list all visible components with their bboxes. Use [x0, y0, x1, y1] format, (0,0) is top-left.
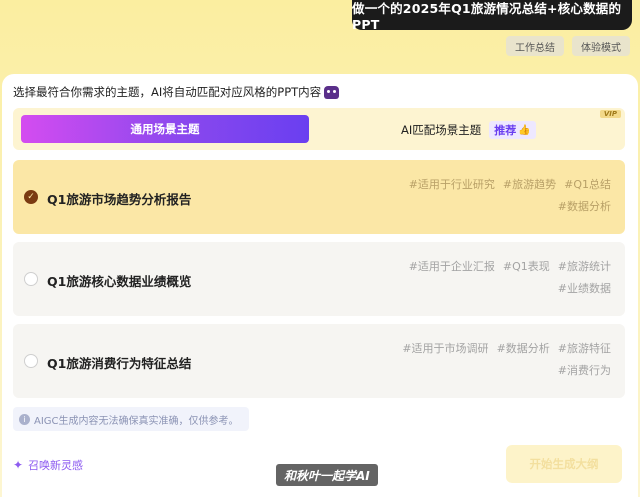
- theme-card-tags: #适用于市场调研 #数据分析 #旅游特征 #消费行为: [379, 340, 611, 378]
- intro-label: 选择最符合你需求的主题，AI将自动匹配对应风格的PPT内容: [13, 85, 322, 99]
- info-icon: i: [19, 413, 30, 425]
- generate-outline-button[interactable]: 开始生成大纲: [506, 445, 622, 483]
- tag: #旅游特征: [557, 342, 611, 355]
- chip-experience-mode[interactable]: 体验模式: [572, 36, 630, 56]
- theme-card-title: Q1旅游消费行为特征总结: [47, 356, 192, 371]
- tag: #数据分析: [496, 342, 550, 355]
- tag: #消费行为: [557, 364, 611, 377]
- tag: #Q1表现: [502, 260, 550, 273]
- radio-icon[interactable]: [24, 354, 38, 368]
- tab-general-theme[interactable]: 通用场景主题: [21, 115, 309, 143]
- theme-card-3[interactable]: Q1旅游消费行为特征总结 #适用于市场调研 #数据分析 #旅游特征 #消费行为: [13, 324, 625, 398]
- summon-inspiration-button[interactable]: ✦ 召唤新灵感: [13, 457, 83, 473]
- theme-card-tags: #适用于行业研究 #旅游趋势 #Q1总结 #数据分析: [379, 176, 611, 214]
- theme-card-tags: #适用于企业汇报 #Q1表现 #旅游统计 #业绩数据: [379, 258, 611, 296]
- tag: #Q1总结: [564, 178, 611, 191]
- tab-ai-match-theme[interactable]: AI匹配场景主题 推荐 👍: [401, 121, 536, 139]
- tag: #旅游趋势: [502, 178, 557, 191]
- tab-ai-match-label: AI匹配场景主题: [401, 123, 482, 137]
- recommend-label: 推荐: [494, 124, 517, 137]
- summon-label: 召唤新灵感: [28, 459, 84, 472]
- aigc-disclaimer: i AIGC生成内容无法确保真实准确，仅供参考。: [13, 407, 249, 431]
- theme-card-1[interactable]: ✓ Q1旅游市场趋势分析报告 #适用于行业研究 #旅游趋势 #Q1总结 #数据分…: [13, 160, 625, 234]
- recommend-badge: 推荐 👍: [489, 121, 536, 139]
- thumbs-up-icon: 👍: [518, 124, 531, 136]
- tag: #旅游统计: [557, 260, 611, 273]
- watermark: 和秋叶一起学AI: [276, 464, 378, 486]
- theme-card-title: Q1旅游核心数据业绩概览: [47, 274, 192, 289]
- tag: #适用于市场调研: [402, 342, 489, 355]
- vip-badge: VIP: [599, 110, 621, 118]
- intro-text: 选择最符合你需求的主题，AI将自动匹配对应风格的PPT内容: [13, 84, 340, 100]
- tag: #适用于行业研究: [408, 178, 495, 191]
- robot-icon: [324, 85, 340, 99]
- sparkle-icon: ✦: [13, 458, 24, 472]
- theme-card-2[interactable]: Q1旅游核心数据业绩概览 #适用于企业汇报 #Q1表现 #旅游统计 #业绩数据: [13, 242, 625, 316]
- tag: #数据分析: [557, 200, 611, 213]
- disclaimer-text: AIGC生成内容无法确保真实准确，仅供参考。: [34, 415, 239, 427]
- prompt-bubble: 做一个的2025年Q1旅游情况总结+核心数据的PPT: [352, 0, 632, 32]
- mode-chips: 工作总结 体验模式: [506, 36, 630, 56]
- theme-panel: 选择最符合你需求的主题，AI将自动匹配对应风格的PPT内容 通用场景主题 AI匹…: [2, 74, 638, 497]
- radio-icon[interactable]: [24, 272, 38, 286]
- theme-card-title: Q1旅游市场趋势分析报告: [47, 192, 192, 207]
- chip-work-summary[interactable]: 工作总结: [506, 36, 564, 56]
- tag: #适用于企业汇报: [408, 260, 495, 273]
- theme-tab-bar: 通用场景主题 AI匹配场景主题 推荐 👍 VIP: [13, 108, 625, 150]
- tag: #业绩数据: [557, 282, 611, 295]
- radio-checked-icon[interactable]: ✓: [24, 190, 38, 204]
